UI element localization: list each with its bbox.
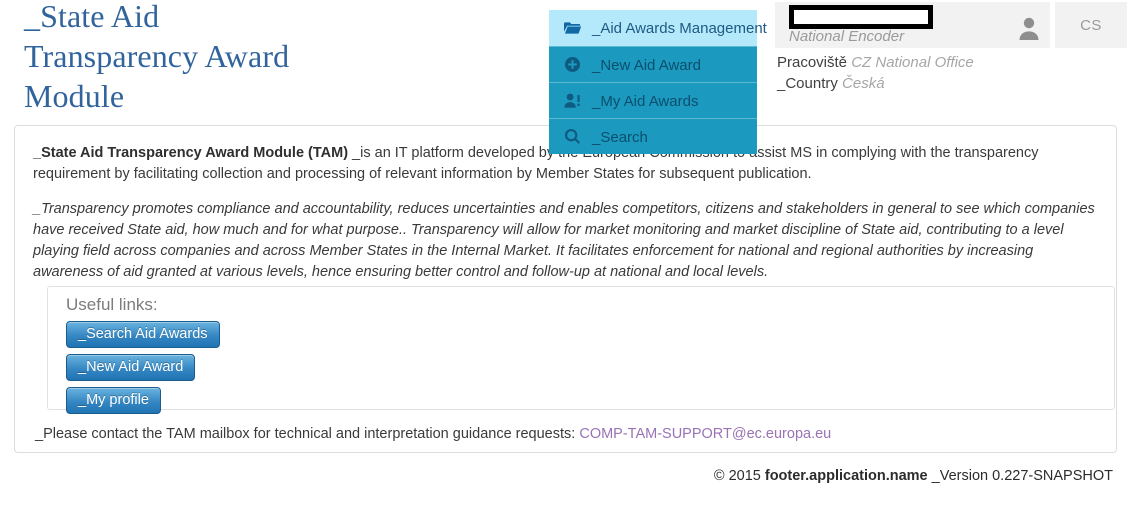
language-code-label: CS	[1080, 16, 1102, 34]
user-alert-icon	[561, 93, 583, 108]
language-selector[interactable]: CS	[1055, 2, 1127, 48]
link-row: _My profile	[66, 387, 1114, 420]
mailbox-note-text: _Please contact the TAM mailbox for tech…	[35, 426, 580, 442]
nav-item-label: _New Aid Award	[592, 56, 701, 74]
intro-bold-text: _State Aid Transparency Award Module (TA…	[33, 145, 349, 161]
footer-copyright: © 2015	[713, 468, 765, 484]
useful-links-title: Useful links:	[66, 295, 158, 314]
country-value: Česká	[842, 75, 885, 92]
new-aid-award-button[interactable]: _New Aid Award	[66, 354, 196, 381]
link-row: _New Aid Award	[66, 354, 1114, 387]
mailbox-note: _Please contact the TAM mailbox for tech…	[35, 426, 831, 442]
user-panel: National Encoder	[775, 2, 1050, 48]
page-root: _State Aid Transparency Award Module Nat…	[0, 0, 1131, 507]
aid-awards-dropdown-menu: _Aid Awards Management _New Aid Award _M…	[549, 10, 767, 154]
footer: © 2015 footer.application.name _Version …	[0, 468, 1131, 484]
main-content-panel: _State Aid Transparency Award Module (TA…	[14, 125, 1117, 453]
plus-circle-icon	[561, 57, 583, 72]
country-label: _Country	[777, 75, 838, 92]
office-line: Pracoviště CZ National Office	[777, 52, 974, 73]
nav-item-label: _My Aid Awards	[592, 92, 699, 110]
nav-item-aid-awards-management[interactable]: _Aid Awards Management	[549, 10, 767, 46]
folder-open-icon	[561, 21, 583, 35]
nav-item-new-aid-award[interactable]: _New Aid Award	[549, 46, 757, 82]
support-email-link[interactable]: COMP-TAM-SUPPORT@ec.europa.eu	[579, 426, 831, 442]
page-title: _State Aid Transparency Award Module	[24, 0, 290, 114]
nav-item-label: _Search	[592, 128, 648, 146]
country-line: _Country Česká	[777, 73, 974, 94]
search-aid-awards-button[interactable]: _Search Aid Awards	[66, 321, 220, 348]
user-panel-inner: National Encoder	[775, 2, 1050, 48]
transparency-paragraph: _Transparency promotes compliance and ac…	[33, 201, 1095, 280]
search-icon	[561, 129, 583, 144]
user-icon	[1018, 16, 1040, 40]
username-redaction-box	[789, 5, 933, 29]
footer-version: _Version 0.227-SNAPSHOT	[927, 468, 1113, 484]
office-value: CZ National Office	[851, 54, 974, 71]
useful-links-box: Useful links: _Search Aid Awards _New Ai…	[47, 286, 1115, 414]
my-profile-button[interactable]: _My profile	[66, 387, 161, 414]
footer-app-name: footer.application.name	[764, 468, 928, 484]
user-role-label: National Encoder	[789, 28, 905, 45]
organisation-info: Pracoviště CZ National Office _Country Č…	[777, 52, 974, 94]
office-label: Pracoviště	[777, 54, 848, 71]
nav-item-label: _Aid Awards Management	[592, 20, 767, 37]
nav-item-search[interactable]: _Search	[549, 118, 757, 154]
link-row: _Search Aid Awards	[66, 321, 1114, 354]
nav-item-my-aid-awards[interactable]: _My Aid Awards	[549, 82, 757, 118]
